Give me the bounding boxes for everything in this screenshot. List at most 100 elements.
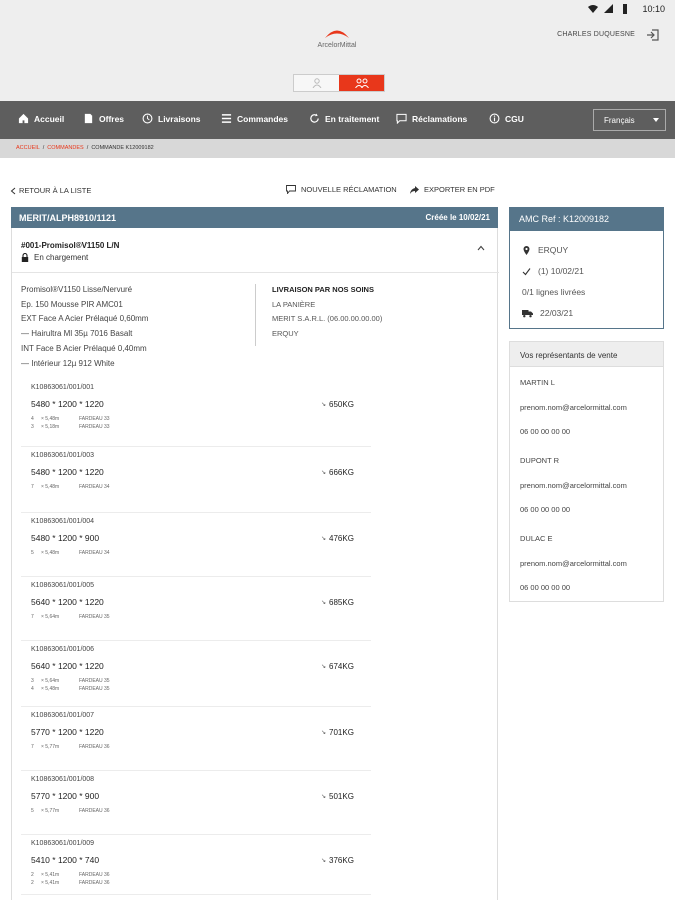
item-dimensions: 5640 * 1200 * 1220 [31,597,104,607]
package-qty: 7 [31,484,34,490]
divider [12,272,499,273]
package-length: × 5,64m [41,678,60,684]
chevron-up-icon[interactable] [477,245,485,251]
breadcrumb: ACCUEIL / COMMANDES / COMMANDE K12009182 [0,139,675,158]
breadcrumb-orders[interactable]: COMMANDES [47,145,83,151]
breadcrumb-sep: / [42,145,45,151]
new-claim-button[interactable]: NOUVELLE RÉCLAMATION [286,185,397,194]
nav-cgu[interactable]: CGU [489,113,524,124]
breadcrumb-home[interactable]: ACCUEIL [16,145,40,151]
package-qty: 4 [31,416,34,422]
description-line: — Hairultra Ml 35µ 7016 Basalt [21,329,133,339]
rep-email[interactable]: prenom.nom@arcelormittal.com [520,403,627,412]
status-label: En chargement [34,253,89,262]
export-label: EXPORTER EN PDF [424,185,495,194]
order-item-row: K10863061/001/004 5480 * 1200 * 900 ↘ 476KG… [21,513,371,577]
description-line: Promisol®V1150 Lisse/Nervuré [21,285,133,294]
item-ref: K10863061/001/003 [31,452,95,459]
item-package: 4 × 5,48m FARDEAU 35 [31,686,110,692]
toggle-multi-user[interactable] [339,75,384,91]
rep-phone[interactable]: 06 00 00 00 00 [520,427,570,436]
nav-en-traitement[interactable]: En traitement [309,113,379,124]
product-description: Promisol®V1150 Lisse/Nervuré Ep. 150 Mou… [21,283,251,371]
rep-email[interactable]: prenom.nom@arcelormittal.com [520,481,627,490]
chevron-down-icon [653,118,659,122]
delivery-info: LIVRAISON PAR NOS SOINS LA PANIÈRE MERIT… [272,283,382,342]
language-select[interactable]: Français [593,109,666,131]
nav-label: Livraisons [158,113,201,124]
package-qty: 3 [31,678,34,684]
lock-icon [21,253,29,262]
package-qty: 2 [31,880,34,886]
item-weight-value: 666KG [329,468,354,477]
nav-offres[interactable]: Offres [83,113,124,124]
package-qty: 7 [31,614,34,620]
back-to-list-link[interactable]: RETOUR À LA LISTE [10,186,91,195]
item-weight: ↘ 650KG [321,400,354,409]
order-header: MERIT/ALPH8910/1121 Créée le 10/02/21 [11,207,498,228]
nav-label: Commandes [237,113,289,124]
package-qty: 3 [31,424,34,430]
new-claim-label: NOUVELLE RÉCLAMATION [301,185,397,194]
amc-lines-delivered: 0/1 lignes livrées [522,287,586,297]
item-package: 3 × 5,64m FARDEAU 35 [31,678,110,684]
item-ref: K10863061/001/004 [31,518,95,525]
item-ref: K10863061/001/008 [31,776,95,783]
item-weight: ↘ 476KG [321,534,354,543]
amc-delivery-row: 22/03/21 [522,308,573,318]
document-icon [84,113,93,124]
rep-name: DUPONT R [520,456,560,465]
item-package: 4 × 5,48m FARDEAU 33 [31,416,110,422]
export-pdf-button[interactable]: EXPORTER EN PDF [410,185,495,194]
nav-commandes[interactable]: Commandes [221,113,288,124]
nav-reclamations[interactable]: Réclamations [396,113,467,124]
toggle-single-user[interactable] [294,75,339,91]
item-weight-value: 501KG [329,792,354,801]
rep-phone[interactable]: 06 00 00 00 00 [520,583,570,592]
order-number: MERIT/ALPH8910/1121 [19,213,117,223]
package-label: FARDEAU 36 [79,872,110,878]
item-dimensions: 5770 * 1200 * 1220 [31,727,104,737]
item-weight: ↘ 501KG [321,792,354,801]
sales-reps-header: Vos représentants de vente [509,341,664,367]
package-label: FARDEAU 35 [79,678,110,684]
nav-livraisons[interactable]: Livraisons [142,113,201,124]
rep-phone[interactable]: 06 00 00 00 00 [520,505,570,514]
package-length: × 5,48m [41,416,60,422]
weight-icon: ↘ [321,730,327,736]
weight-icon: ↘ [321,858,327,864]
sales-rep-card: DULAC E prenom.nom@arcelormittal.com 06 … [509,523,664,602]
rep-email[interactable]: prenom.nom@arcelormittal.com [520,559,627,568]
chat-icon [286,185,296,194]
order-item-row: K10863061/001/009 5410 * 1200 * 740 ↘ 376KG… [21,835,371,895]
logout-icon[interactable] [646,28,660,42]
arcelormittal-logo[interactable]: ArcelorMittal [309,25,365,49]
nav-accueil[interactable]: Accueil [18,113,64,124]
item-weight: ↘ 685KG [321,598,354,607]
nav-label: Offres [99,113,125,124]
item-ref: K10863061/001/001 [31,384,95,391]
item-weight: ↘ 674KG [321,662,354,671]
back-label: RETOUR À LA LISTE [19,186,92,195]
item-weight-value: 674KG [329,662,354,671]
package-length: × 5,77m [41,808,60,814]
order-item-row: K10863061/001/008 5770 * 1200 * 900 ↘ 501KG… [21,771,371,835]
weight-icon: ↘ [321,402,327,408]
signal-icon [604,4,614,13]
package-label: FARDEAU 36 [79,808,110,814]
weight-icon: ↘ [321,600,327,606]
product-status: En chargement [21,253,88,262]
package-label: FARDEAU 35 [79,686,110,692]
description-line: INT Face B Acier Prélaqué 0,40mm [21,343,147,353]
item-package: 5 × 5,77m FARDEAU 36 [31,808,110,814]
view-toggle[interactable] [293,74,385,92]
nav-label: CGU [505,113,524,124]
chevron-left-icon [10,187,16,194]
order-item-row: K10863061/001/007 5770 * 1200 * 1220 ↘ 701K… [21,707,371,771]
amc-city-row: ERQUY [522,245,568,255]
item-weight: ↘ 376KG [321,856,354,865]
delivery-title: LIVRAISON PAR NOS SOINS [272,285,374,294]
refresh-icon [310,113,319,123]
order-item-row: K10863061/001/005 5640 * 1200 * 1220 ↘ 685K… [21,577,371,641]
user-name[interactable]: CHARLES DUQUESNE [557,31,635,38]
